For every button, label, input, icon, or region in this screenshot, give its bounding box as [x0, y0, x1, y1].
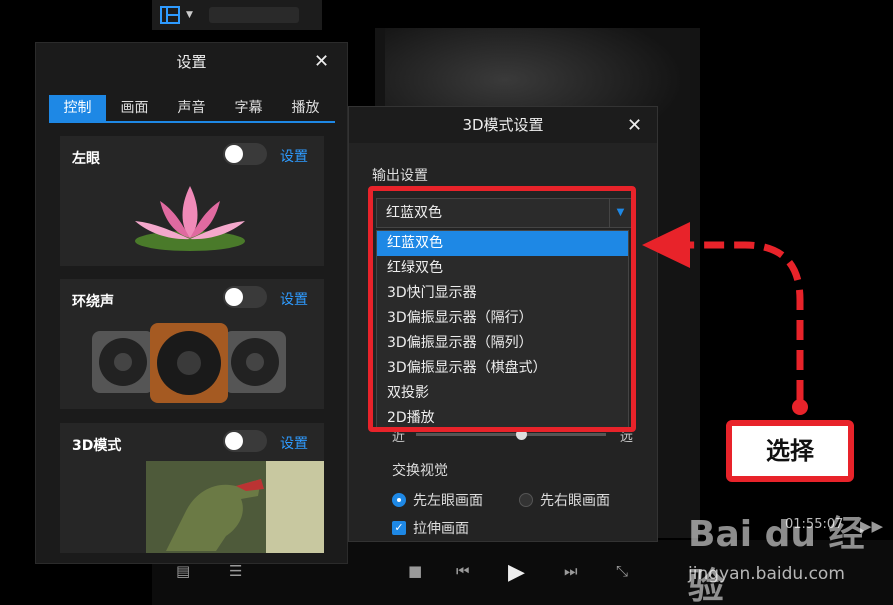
- stretch-label: 拉伸画面: [413, 521, 469, 537]
- radio-dot-checked: [392, 493, 406, 507]
- speakers-image: [92, 323, 286, 403]
- tab-picture[interactable]: 画面: [106, 95, 163, 121]
- surround-settings-link[interactable]: 设置: [280, 289, 308, 309]
- tab-subtitle[interactable]: 字幕: [220, 95, 277, 121]
- fullscreen-icon[interactable]: ⤡: [616, 562, 628, 580]
- left-eye-label: 左眼: [72, 151, 100, 167]
- surround-toggle[interactable]: [223, 286, 267, 308]
- left-eye-card: 左眼 设置: [60, 136, 324, 266]
- tab-playback[interactable]: 播放: [277, 95, 334, 121]
- previous-icon[interactable]: ⏮: [456, 562, 470, 580]
- stretch-checkbox[interactable]: ✓ 拉伸画面: [392, 518, 469, 538]
- 3d-mode-card: 3D模式 设置: [60, 423, 324, 553]
- watermark-brand: Bai du 经验: [688, 514, 865, 605]
- close-icon[interactable]: ✕: [314, 51, 329, 72]
- left-eye-settings-link[interactable]: 设置: [280, 146, 308, 166]
- highlight-frame: [368, 186, 636, 432]
- surround-label: 环绕声: [72, 294, 114, 310]
- radio-dot: [519, 493, 533, 507]
- callout-label: 选择: [726, 420, 854, 482]
- radio-right-first[interactable]: 先右眼画面: [519, 490, 610, 510]
- radio-right-label: 先右眼画面: [540, 493, 610, 509]
- settings-tabs: 控制 画面 声音 字幕 播放: [49, 95, 335, 123]
- sidebar-toggle-icon[interactable]: ▤: [176, 562, 190, 580]
- chevron-down-icon[interactable]: ▼: [186, 10, 193, 20]
- equalizer-icon[interactable]: ☰: [229, 562, 242, 580]
- radio-left-label: 先左眼画面: [413, 493, 483, 509]
- tab-sound[interactable]: 声音: [163, 95, 220, 121]
- stop-icon[interactable]: ■: [408, 562, 422, 580]
- 3d-mode-settings-link[interactable]: 设置: [280, 433, 308, 453]
- next-icon[interactable]: ⏭: [564, 562, 578, 580]
- 3d-mode-label: 3D模式: [72, 438, 122, 454]
- blurred-title: [208, 7, 299, 23]
- left-eye-toggle[interactable]: [223, 143, 267, 165]
- swap-view-label: 交换视觉: [392, 463, 448, 479]
- output-settings-label: 输出设置: [372, 168, 428, 184]
- player-toolbar: ▼: [152, 0, 322, 30]
- settings-title: 设置: [176, 53, 207, 71]
- dialog-close-icon[interactable]: ✕: [627, 115, 642, 136]
- watermark-url: jingyan.baidu.com: [688, 564, 845, 584]
- play-icon[interactable]: ▶: [508, 560, 525, 585]
- playlist-icon[interactable]: [160, 6, 180, 24]
- settings-panel: 设置 ✕ 控制 画面 声音 字幕 播放 左眼 设置 环绕声 设置 3D模式 设置: [35, 42, 348, 564]
- tab-control[interactable]: 控制: [49, 95, 106, 121]
- lotus-image: [135, 186, 245, 251]
- radio-left-first[interactable]: 先左眼画面: [392, 490, 483, 510]
- dinosaur-image: [146, 461, 324, 553]
- dialog-title: 3D模式设置: [349, 107, 657, 143]
- surround-card: 环绕声 设置: [60, 279, 324, 409]
- checkmark-icon: ✓: [392, 521, 406, 535]
- 3d-mode-toggle[interactable]: [223, 430, 267, 452]
